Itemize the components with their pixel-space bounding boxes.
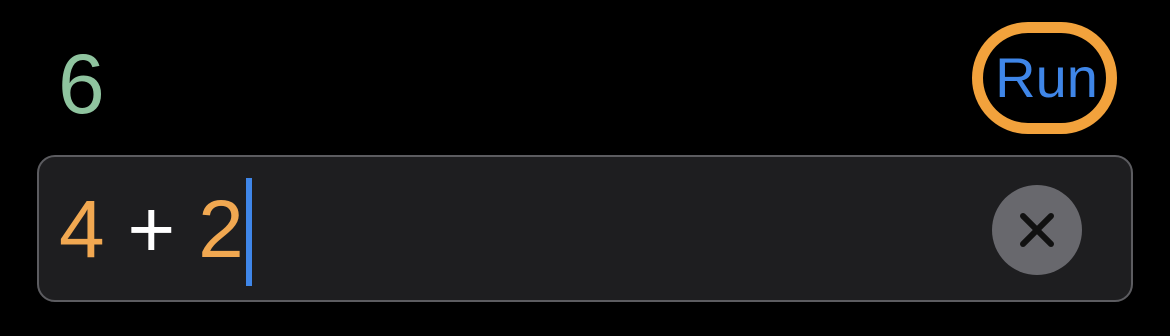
text-caret: [245, 178, 252, 286]
expression-token-number: 2: [198, 184, 244, 275]
run-button-label: Run: [995, 46, 1098, 109]
close-icon: [1020, 213, 1054, 247]
expression-input[interactable]: 4 + 2: [37, 155, 1133, 302]
clear-button[interactable]: [992, 185, 1082, 275]
expression-token-operator: +: [104, 184, 199, 275]
result-value: 6: [58, 37, 105, 131]
run-button[interactable]: Run: [972, 22, 1117, 134]
calculator-screen: 6 Run 4 + 2: [0, 0, 1170, 336]
expression-text: 4 + 2: [59, 175, 252, 286]
expression-token-number: 4: [59, 184, 105, 275]
